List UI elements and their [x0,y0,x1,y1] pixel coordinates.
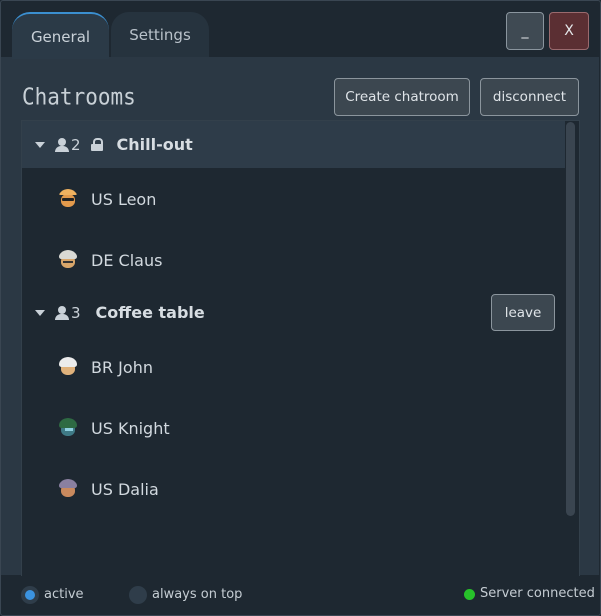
john-avatar-icon [58,357,78,377]
caret-down-icon[interactable] [35,141,45,148]
room-name: Coffee table [95,303,205,322]
minimize-label: _ [521,23,529,39]
member-name: US Dalia [91,479,159,499]
always-on-top-label: always on top [152,587,243,602]
minimize-button[interactable]: _ [506,12,544,50]
leave-button[interactable]: leave [491,294,555,331]
member-name: US Leon [91,189,157,209]
always-on-top-toggle[interactable] [129,586,147,604]
list-item[interactable]: DE Claus [58,249,162,271]
tab-general[interactable]: General [12,12,109,59]
active-label: active [44,587,84,602]
active-toggle[interactable] [21,586,39,604]
leon-avatar-icon [58,189,78,209]
member-name: BR John [91,357,153,377]
room-name: Chill-out [116,135,193,154]
member-name: US Knight [91,418,170,438]
chatroom-header-chill-out[interactable]: 2 Chill-out [22,121,565,168]
caret-down-icon[interactable] [35,309,45,316]
lock-icon [90,138,103,151]
chatroom-header-coffee-table[interactable]: 3 Coffee table [22,289,565,336]
close-label: X [564,23,574,39]
status-indicator-icon [464,589,475,600]
room-member-count: 2 [71,135,81,154]
list-item[interactable]: BR John [58,356,153,378]
member-name: DE Claus [91,250,163,270]
list-item[interactable]: US Leon [58,188,156,210]
knight-avatar-icon [58,418,78,438]
claus-avatar-icon [58,250,78,270]
list-item[interactable]: US Dalia [58,478,159,500]
dalia-avatar-icon [58,479,78,499]
page-title: Chatrooms [22,83,136,111]
create-chatroom-button[interactable]: Create chatroom [334,78,470,116]
list-scrollbar[interactable] [566,122,575,516]
tab-general-label: General [30,27,91,46]
tab-settings[interactable]: Settings [111,12,209,57]
room-member-count: 3 [71,303,81,322]
list-item[interactable]: US Knight [58,417,170,439]
tab-settings-label: Settings [129,25,191,44]
disconnect-button[interactable]: disconnect [480,78,579,116]
close-button[interactable]: X [549,12,589,50]
server-status-label: Server connected [480,586,595,601]
user-count-icon [55,305,69,320]
user-count-icon [55,137,69,152]
